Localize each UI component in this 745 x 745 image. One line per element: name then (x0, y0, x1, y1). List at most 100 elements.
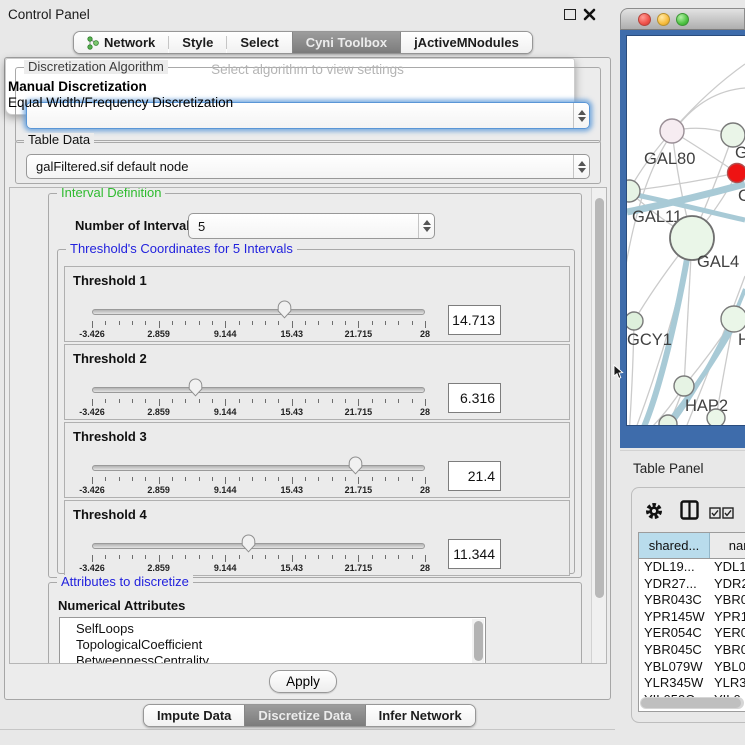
slider-thumb-icon[interactable] (241, 534, 256, 553)
network-node-hap2[interactable] (674, 376, 694, 396)
table-row[interactable]: YPR145WYPR1 (639, 609, 745, 626)
zoom-window-icon[interactable] (676, 13, 689, 26)
node-attribute-table[interactable]: shared... name YDL19...YDL1YDR27...YDR2Y… (638, 532, 745, 712)
dropdown-placeholder[interactable]: Select algorithm to view settings (5, 62, 610, 77)
threshold-2-value-field[interactable]: 6.316 (448, 383, 501, 413)
column-header-name[interactable]: name (710, 533, 745, 558)
cell-name[interactable]: YDL1 (710, 559, 745, 576)
settings-gear-icon[interactable] (644, 501, 664, 521)
threshold-4-slider[interactable] (92, 543, 425, 549)
network-node[interactable] (707, 409, 725, 425)
cell-name[interactable]: YBR0 (710, 642, 745, 659)
threshold-1-slider[interactable] (92, 309, 425, 315)
network-window-titlebar[interactable] (620, 8, 745, 30)
network-node-label: H (738, 331, 745, 349)
dropdown-item-equal-width-frequency[interactable]: Equal Width/Frequency Discretization (8, 95, 233, 110)
cell-shared-name[interactable]: YLR345W (639, 675, 710, 692)
cell-shared-name[interactable]: YPR145W (639, 609, 710, 626)
table-row[interactable]: YBR043CYBR0 (639, 592, 745, 609)
threshold-1-value-field[interactable]: 14.713 (448, 305, 501, 335)
slider-tick (412, 399, 413, 403)
network-node-h[interactable] (721, 306, 745, 332)
tab-discretize-data[interactable]: Discretize Data (244, 705, 365, 726)
slider-tick (278, 555, 279, 559)
threshold-4-value-field[interactable]: 11.344 (448, 539, 501, 569)
network-node-gal80[interactable] (660, 119, 684, 143)
table-row[interactable]: YER054CYER0 (639, 625, 745, 642)
threshold-2-panel: Threshold 2 -3.4262.8599.14415.4321.7152… (64, 344, 570, 420)
checkbox-checked-icon[interactable] (722, 507, 734, 519)
tab-select[interactable]: Select (227, 32, 291, 53)
slider-tick-label: 2.859 (147, 407, 170, 417)
cell-name[interactable]: YER0 (710, 625, 745, 642)
scrollbar-thumb[interactable] (595, 198, 604, 598)
cell-shared-name[interactable]: YER054C (639, 625, 710, 642)
interval-definition-group: Interval Definition Number of Intervals … (48, 193, 582, 578)
slider-tick-label: 21.715 (345, 329, 373, 339)
threshold-1-label: Threshold 1 (73, 273, 147, 288)
table-row[interactable]: YLR345WYLR3 (639, 675, 745, 692)
slider-tick (225, 321, 226, 328)
table-row[interactable]: YBL079WYBL0 (639, 659, 745, 676)
cell-name[interactable]: YDR2 (710, 576, 745, 593)
column-header-shared-name[interactable]: shared... (639, 533, 710, 558)
slider-thumb-icon[interactable] (348, 456, 363, 475)
tab-network[interactable]: Network (74, 32, 168, 53)
attribute-list-item[interactable]: SelfLoops (60, 621, 485, 637)
table-row[interactable]: YBR045CYBR0 (639, 642, 745, 659)
threshold-3-value-field[interactable]: 21.4 (448, 461, 501, 491)
tab-cyni-toolbox[interactable]: Cyni Toolbox (292, 32, 401, 53)
cell-shared-name[interactable]: YDR27... (639, 576, 710, 593)
slider-tick (119, 399, 120, 403)
threshold-3-slider[interactable] (92, 465, 425, 471)
slider-tick (185, 399, 186, 403)
scrollbar-thumb[interactable] (641, 698, 741, 708)
slider-tick-label: 9.144 (214, 563, 237, 573)
apply-button[interactable]: Apply (269, 670, 337, 693)
close-icon[interactable] (583, 8, 596, 21)
slider-tick (185, 555, 186, 559)
cell-shared-name[interactable]: YBR043C (639, 592, 710, 609)
threshold-2-slider[interactable] (92, 387, 425, 393)
table-data-combobox[interactable]: galFiltered.sif default node (26, 154, 590, 179)
column-layout-icon[interactable] (680, 500, 699, 520)
tab-impute-data[interactable]: Impute Data (144, 705, 244, 726)
network-node-gcy1[interactable] (627, 312, 643, 330)
vertical-scrollbar[interactable] (591, 188, 606, 663)
slider-thumb-icon[interactable] (188, 378, 203, 397)
network-edge[interactable] (672, 64, 745, 131)
dropdown-item-manual-discretization[interactable]: Manual Discretization (8, 79, 147, 94)
table-panel-title: Table Panel (633, 461, 704, 476)
network-canvas[interactable]: GAL80GCGAL11GAL4GCY1HHAP2 (627, 36, 745, 425)
cell-name[interactable]: YPR1 (710, 609, 745, 626)
combo-stepper-icon[interactable] (573, 103, 589, 128)
slider-tick (412, 321, 413, 325)
slider-tick (212, 321, 213, 325)
list-scrollbar[interactable] (472, 619, 484, 664)
slider-tick (398, 555, 399, 559)
cell-shared-name[interactable]: YDL19... (639, 559, 710, 576)
checkbox-checked-icon[interactable] (709, 507, 721, 519)
close-window-icon[interactable] (638, 13, 651, 26)
slider-thumb-icon[interactable] (277, 300, 292, 319)
combo-stepper-icon[interactable] (573, 155, 589, 178)
tab-style[interactable]: Style (169, 32, 226, 53)
horizontal-scrollbar[interactable] (640, 697, 744, 709)
cell-shared-name[interactable]: YBL079W (639, 659, 710, 676)
tab-jactivemnodules[interactable]: jActiveMNodules (401, 32, 532, 53)
float-panel-icon[interactable] (564, 9, 576, 20)
tab-infer-network[interactable]: Infer Network (366, 705, 475, 726)
cell-name[interactable]: YLR3 (710, 675, 745, 692)
numerical-attributes-list[interactable]: SelfLoopsTopologicalCoefficientBetweenne… (59, 617, 486, 664)
table-row[interactable]: YDR27...YDR2 (639, 576, 745, 593)
attribute-list-item[interactable]: TopologicalCoefficient (60, 637, 485, 653)
number-of-intervals-combobox[interactable]: 5 (188, 213, 435, 239)
cell-name[interactable]: YBR0 (710, 592, 745, 609)
combo-stepper-icon[interactable] (418, 214, 434, 238)
network-node-c[interactable] (728, 164, 745, 183)
cell-shared-name[interactable]: YBR045C (639, 642, 710, 659)
minimize-window-icon[interactable] (657, 13, 670, 26)
attribute-list-item[interactable]: BetweennessCentrality (60, 653, 485, 664)
cell-name[interactable]: YBL0 (710, 659, 745, 676)
table-row[interactable]: YDL19...YDL1 (639, 559, 745, 576)
